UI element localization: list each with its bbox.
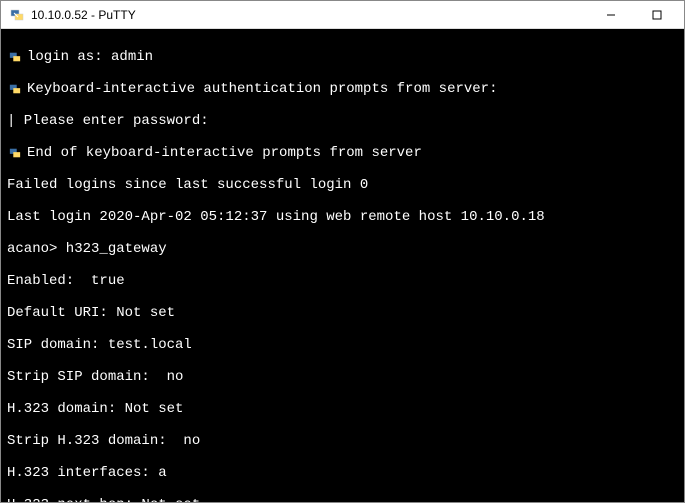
output-line: Strip SIP domain: no: [7, 369, 678, 385]
titlebar: 10.10.0.52 - PuTTY: [1, 1, 684, 29]
failed-logins-line: Failed logins since last successful logi…: [7, 177, 678, 193]
maximize-button[interactable]: [642, 5, 672, 25]
output-line: H.323 domain: Not set: [7, 401, 678, 417]
last-login-line: Last login 2020-Apr-02 05:12:37 using we…: [7, 209, 678, 225]
terminal-icon: [7, 51, 23, 63]
putty-window: 10.10.0.52 - PuTTY login as: admin Keybo…: [0, 0, 685, 503]
window-title: 10.10.0.52 - PuTTY: [31, 8, 596, 22]
kbd-end-line: End of keyboard-interactive prompts from…: [27, 145, 422, 161]
putty-icon: [9, 7, 25, 23]
terminal-icon: [7, 83, 23, 95]
output-line: Enabled: true: [7, 273, 678, 289]
output-line: H.323 next hop: Not set: [7, 497, 678, 502]
password-line: | Please enter password:: [7, 113, 678, 129]
command-line: acano> h323_gateway: [7, 241, 678, 257]
output-line: Default URI: Not set: [7, 305, 678, 321]
output-line: H.323 interfaces: a: [7, 465, 678, 481]
output-line: SIP domain: test.local: [7, 337, 678, 353]
minimize-button[interactable]: [596, 5, 626, 25]
output-line: Strip H.323 domain: no: [7, 433, 678, 449]
terminal[interactable]: login as: admin Keyboard-interactive aut…: [1, 29, 684, 502]
window-controls: [596, 5, 672, 25]
terminal-icon: [7, 147, 23, 159]
login-line: login as: admin: [27, 49, 153, 65]
kbd-prompt-line: Keyboard-interactive authentication prom…: [27, 81, 497, 97]
